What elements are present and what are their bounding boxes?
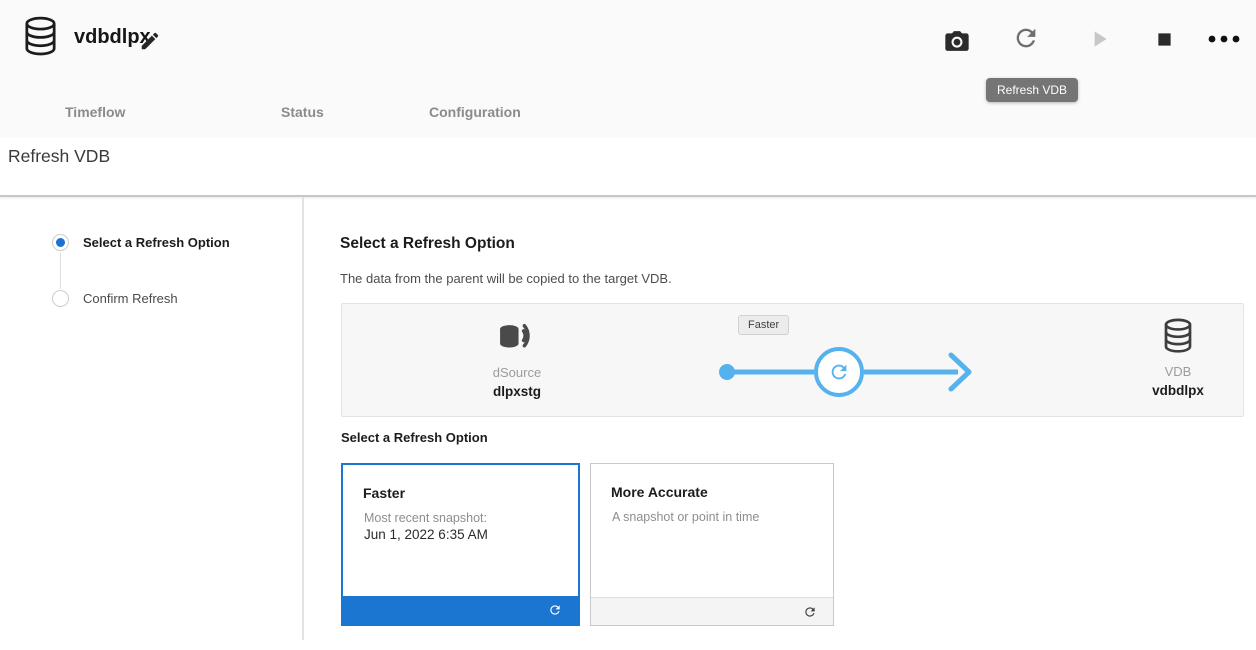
- step-label: Select a Refresh Option: [83, 235, 230, 250]
- edit-name-button[interactable]: [139, 30, 161, 52]
- play-icon: [1086, 26, 1112, 52]
- ellipsis-icon: [1205, 27, 1243, 51]
- wizard-step-confirm-refresh[interactable]: Confirm Refresh: [52, 290, 178, 307]
- tab-status[interactable]: Status: [281, 104, 324, 120]
- option-title: More Accurate: [611, 484, 708, 500]
- option-subtitle: A snapshot or point in time: [612, 510, 759, 524]
- option-card-faster[interactable]: Faster Most recent snapshot: Jun 1, 2022…: [341, 463, 580, 626]
- option-footer[interactable]: [591, 597, 833, 625]
- refresh-diagram-panel: dSource dlpxstg Faster VDB vdbdlpx: [341, 303, 1244, 417]
- option-card-more-accurate[interactable]: More Accurate A snapshot or point in tim…: [590, 463, 834, 626]
- stop-vdb-button[interactable]: [1154, 29, 1175, 50]
- camera-icon: [941, 27, 973, 55]
- dsource-broadcast-icon: [497, 321, 537, 355]
- vertical-divider: [302, 197, 304, 640]
- start-vdb-button[interactable]: [1086, 26, 1112, 52]
- section-description: The data from the parent will be copied …: [340, 271, 672, 286]
- pencil-icon: [139, 30, 161, 52]
- refresh-icon: [548, 603, 562, 617]
- page-title: Refresh VDB: [8, 146, 110, 167]
- option-subtitle: Most recent snapshot:: [364, 511, 487, 525]
- vdb-name: vdbdlpx: [1118, 383, 1238, 398]
- header: vdbdlpx: [0, 0, 1256, 138]
- dsource-name: dlpxstg: [457, 384, 577, 399]
- more-actions-button[interactable]: [1205, 27, 1243, 51]
- snapshot-button[interactable]: [941, 27, 973, 55]
- tab-configuration[interactable]: Configuration: [429, 104, 521, 120]
- option-snapshot-timestamp: Jun 1, 2022 6:35 AM: [364, 527, 488, 542]
- horizontal-divider: [0, 195, 1256, 197]
- wizard-step-select-refresh-option[interactable]: Select a Refresh Option: [52, 234, 230, 251]
- refresh-flow-arrow: [712, 340, 982, 404]
- stop-square-icon: [1154, 29, 1175, 50]
- refresh-vdb-button[interactable]: [1012, 24, 1040, 52]
- refresh-vdb-tooltip: Refresh VDB: [986, 78, 1078, 102]
- option-title: Faster: [363, 485, 405, 501]
- tab-timeflow[interactable]: Timeflow: [65, 104, 125, 120]
- flow-mode-badge: Faster: [738, 315, 789, 335]
- step-indicator-inactive: [52, 290, 69, 307]
- step-label: Confirm Refresh: [83, 291, 178, 306]
- option-footer-selected[interactable]: [343, 596, 578, 624]
- refresh-icon: [803, 605, 817, 619]
- vdb-database-icon: [1162, 317, 1194, 355]
- refresh-icon: [1012, 24, 1040, 52]
- options-group-label: Select a Refresh Option: [341, 430, 488, 445]
- vdb-type-label: VDB: [1118, 364, 1238, 379]
- vdb-detail-screen: vdbdlpx: [0, 0, 1256, 650]
- dsource-type-label: dSource: [457, 365, 577, 380]
- database-icon: [22, 16, 59, 57]
- step-indicator-active: [52, 234, 69, 251]
- step-connector-line: [60, 253, 61, 289]
- section-heading: Select a Refresh Option: [340, 235, 515, 253]
